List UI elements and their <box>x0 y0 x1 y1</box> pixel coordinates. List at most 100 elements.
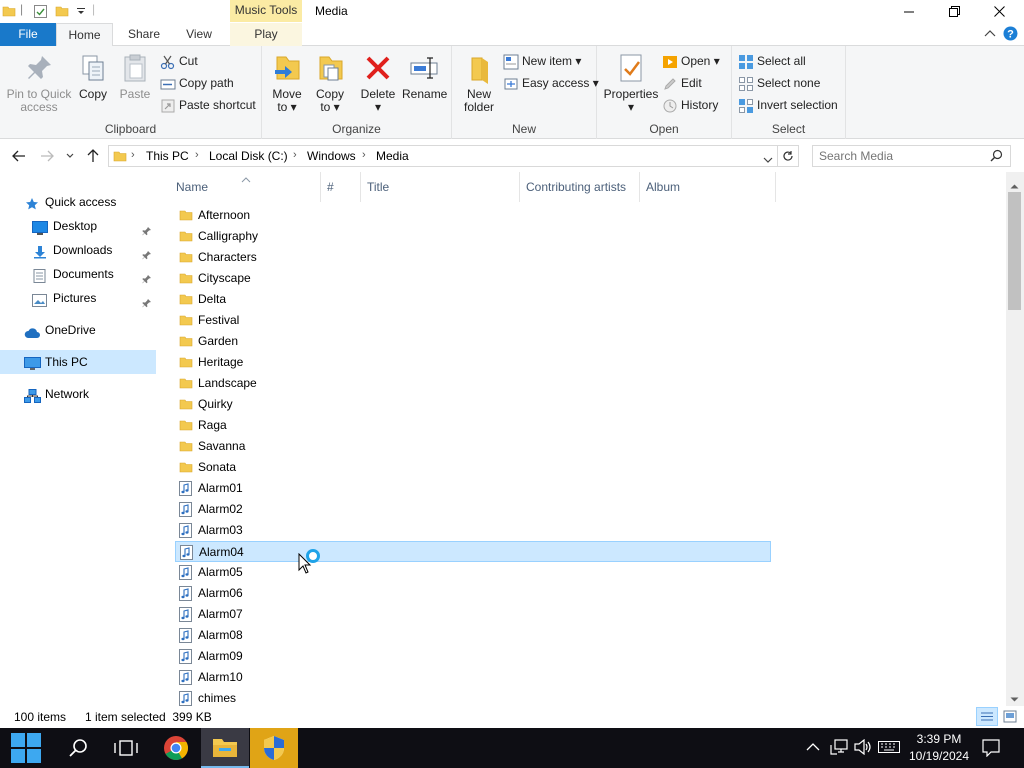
audio-file-row[interactable]: Alarm04 <box>175 541 771 562</box>
scroll-down-icon[interactable] <box>1010 692 1019 706</box>
new-folder-button[interactable]: New folder <box>458 52 500 114</box>
breadcrumb-separator[interactable]: › <box>362 149 366 161</box>
recent-locations-button[interactable] <box>63 148 77 164</box>
address-history-icon[interactable] <box>763 153 773 167</box>
file-explorer-taskbar-button[interactable] <box>201 728 249 768</box>
copy-button[interactable]: Copy <box>75 52 111 101</box>
folder-row[interactable]: Sonata <box>175 457 771 478</box>
folder-row[interactable]: Calligraphy <box>175 226 771 247</box>
select-none-button[interactable]: Select none <box>738 73 820 93</box>
address-bar[interactable]: › This PC › Local Disk (C:) › Windows › … <box>108 145 778 167</box>
restore-button[interactable] <box>931 0 977 23</box>
close-window-button[interactable] <box>976 0 1022 23</box>
column-title[interactable]: Title <box>361 172 520 202</box>
audio-file-row[interactable]: Alarm07 <box>175 604 771 625</box>
minimize-button[interactable] <box>886 0 932 23</box>
audio-file-row[interactable]: Alarm03 <box>175 520 771 541</box>
tab-file[interactable]: File <box>0 23 56 46</box>
keyboard-icon[interactable] <box>878 741 900 756</box>
refresh-button[interactable] <box>778 145 799 167</box>
breadcrumb-local-disk[interactable]: Local Disk (C:) <box>209 149 288 163</box>
breadcrumb-this-pc[interactable]: This PC <box>146 149 189 163</box>
large-icons-view-button[interactable] <box>1001 708 1019 728</box>
folder-row[interactable]: Afternoon <box>175 205 771 226</box>
back-button[interactable] <box>10 148 28 164</box>
breadcrumb-separator[interactable]: › <box>293 149 297 161</box>
folder-row[interactable]: Characters <box>175 247 771 268</box>
new-item-button[interactable]: New item ▾ <box>503 51 581 71</box>
details-view-button[interactable] <box>976 707 998 726</box>
folder-row[interactable]: Cityscape <box>175 268 771 289</box>
nav-item-downloads[interactable]: Downloads <box>0 238 156 262</box>
properties-button[interactable]: Properties ▾ <box>603 52 659 114</box>
select-all-button[interactable]: Select all <box>738 51 806 71</box>
audio-file-row[interactable]: Alarm09 <box>175 646 771 667</box>
nav-item-network[interactable]: Network <box>0 382 156 406</box>
tab-play[interactable]: Play <box>230 23 302 46</box>
help-icon[interactable]: ? <box>1003 26 1018 44</box>
tab-home[interactable]: Home <box>56 23 113 47</box>
folder-row[interactable]: Delta <box>175 289 771 310</box>
open-button[interactable]: Open ▾ <box>662 51 720 71</box>
scroll-up-icon[interactable] <box>1010 178 1019 192</box>
nav-item-onedrive[interactable]: OneDrive <box>0 318 156 342</box>
folder-row[interactable]: Raga <box>175 415 771 436</box>
search-input[interactable] <box>812 145 1011 167</box>
network-status-icon[interactable] <box>830 739 848 758</box>
audio-file-row[interactable]: Alarm06 <box>175 583 771 604</box>
nav-item-documents[interactable]: Documents <box>0 262 156 286</box>
tab-share[interactable]: Share <box>118 23 170 46</box>
audio-file-row[interactable]: Alarm02 <box>175 499 771 520</box>
action-center-icon[interactable] <box>982 739 1000 760</box>
copy-to-button[interactable]: Copy to ▾ <box>310 52 350 114</box>
nav-item-pictures[interactable]: Pictures <box>0 286 156 310</box>
start-button[interactable] <box>2 728 50 768</box>
breadcrumb-separator[interactable]: › <box>195 149 199 161</box>
audio-file-row[interactable]: Alarm10 <box>175 667 771 688</box>
delete-button[interactable]: Delete ▾ <box>358 52 398 114</box>
edit-button[interactable]: Edit <box>662 73 702 93</box>
history-button[interactable]: History <box>662 95 718 115</box>
properties-quick-icon[interactable] <box>33 4 48 22</box>
new-folder-quick-icon[interactable] <box>55 4 69 21</box>
search-taskbar-button[interactable] <box>54 728 102 768</box>
audio-file-row[interactable]: chimes <box>175 688 771 706</box>
invert-selection-button[interactable]: Invert selection <box>738 95 838 115</box>
cut-button[interactable]: Cut <box>160 51 198 71</box>
column-contributing-artists[interactable]: Contributing artists <box>520 172 640 202</box>
audio-file-row[interactable]: Alarm01 <box>175 478 771 499</box>
column-album[interactable]: Album <box>640 172 776 202</box>
pin-to-quick-access-button[interactable]: Pin to Quick access <box>5 52 73 114</box>
customize-quick-access-icon[interactable] <box>76 5 86 19</box>
column-name[interactable]: Name <box>170 172 321 202</box>
breadcrumb-separator[interactable]: › <box>131 149 135 161</box>
rename-button[interactable]: Rename <box>402 52 447 101</box>
volume-icon[interactable] <box>854 738 872 758</box>
breadcrumb-media[interactable]: Media <box>376 149 409 163</box>
folder-row[interactable]: Quirky <box>175 394 771 415</box>
tab-view[interactable]: View <box>175 23 223 46</box>
task-view-button[interactable] <box>102 728 150 768</box>
move-to-button[interactable]: Move to ▾ <box>267 52 307 114</box>
folder-row[interactable]: Heritage <box>175 352 771 373</box>
audio-file-row[interactable]: Alarm05 <box>175 562 771 583</box>
nav-item-this-pc[interactable]: This PC <box>0 350 156 374</box>
collapse-ribbon-icon[interactable] <box>984 28 996 42</box>
taskbar-clock[interactable]: 3:39 PM 10/19/2024 <box>903 731 975 765</box>
folder-row[interactable]: Savanna <box>175 436 771 457</box>
scrollbar-thumb[interactable] <box>1008 192 1021 310</box>
folder-row[interactable]: Festival <box>175 310 771 331</box>
breadcrumb-windows[interactable]: Windows <box>307 149 356 163</box>
tray-overflow-chevron-icon[interactable] <box>806 741 820 755</box>
easy-access-button[interactable]: Easy access ▾ <box>503 73 599 93</box>
column-number[interactable]: # <box>321 172 361 202</box>
vertical-scrollbar[interactable] <box>1006 172 1024 706</box>
copy-path-button[interactable]: Copy path <box>160 73 234 93</box>
search-icon[interactable] <box>990 149 1003 165</box>
forward-button[interactable] <box>38 148 56 164</box>
folder-row[interactable]: Garden <box>175 331 771 352</box>
paste-shortcut-button[interactable]: Paste shortcut <box>160 95 256 115</box>
up-button[interactable] <box>84 148 102 164</box>
nav-item-quick-access[interactable]: Quick access <box>0 190 156 214</box>
paste-button[interactable]: Paste <box>116 52 154 101</box>
